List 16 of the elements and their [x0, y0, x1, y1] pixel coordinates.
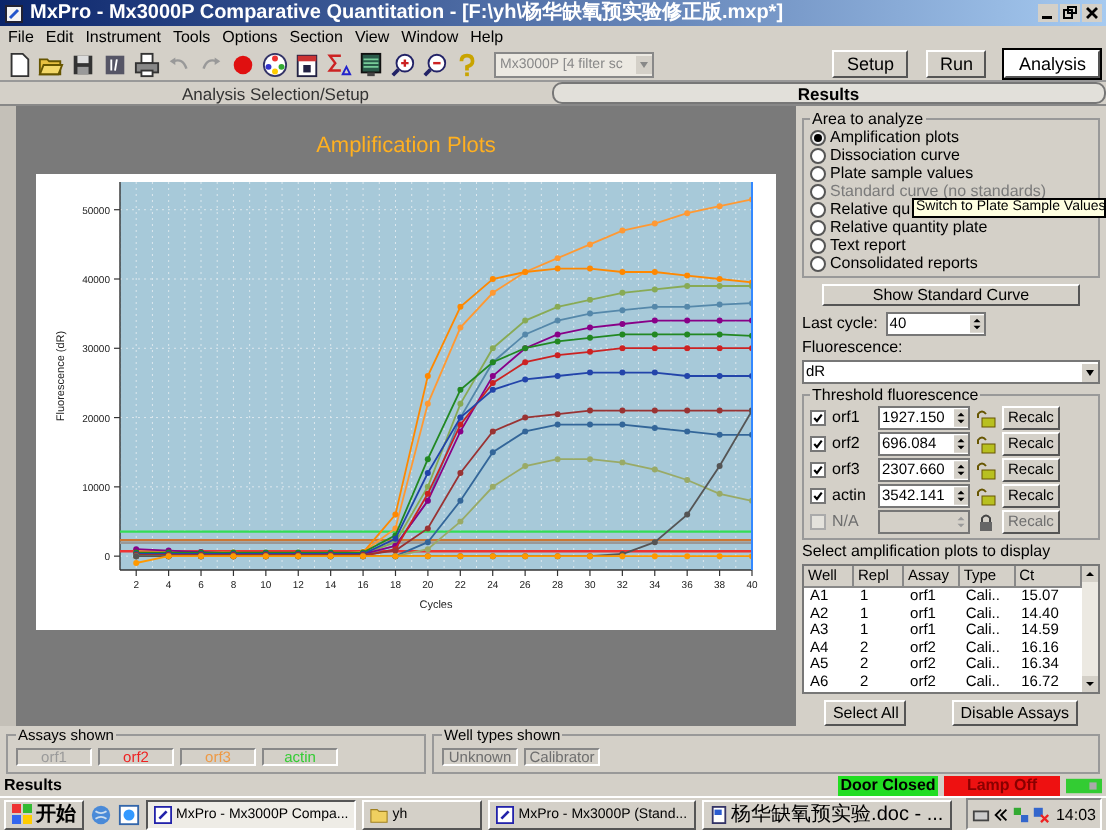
assay-label: orf3 — [832, 460, 862, 478]
group-title: Threshold fluorescence — [810, 386, 981, 404]
status-indicator: Lamp Off — [944, 775, 1060, 795]
status-text: Results — [4, 776, 62, 794]
field-label: Last cycle: — [802, 314, 878, 334]
group-title: Area to analyze — [810, 110, 926, 128]
assay-label: actin — [832, 486, 868, 504]
assay-label: orf1 — [832, 408, 862, 426]
chart-title: Amplification Plots — [316, 134, 496, 162]
status-indicator: Door Closed — [838, 775, 938, 795]
assay-label: orf2 — [832, 434, 862, 452]
clock: 14:03 — [1055, 805, 1096, 823]
section-label: Select amplification plots to display — [802, 542, 1053, 562]
field-label: Fluorescence: — [802, 338, 905, 358]
assay-label: N/A — [832, 512, 861, 530]
window-title: MxPro - Mx3000P Comparative Quantitation - [F:\yh\杨华缺氧预实验修正版.mxp*] — [30, 1, 784, 25]
